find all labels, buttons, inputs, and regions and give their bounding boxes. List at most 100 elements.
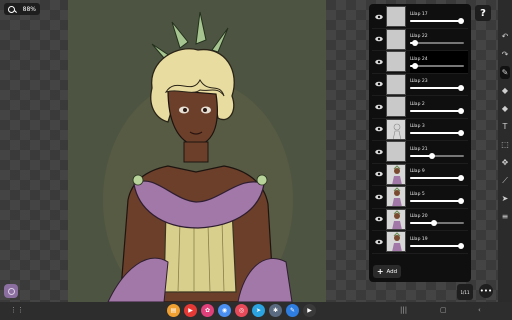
layer-thumbnail <box>386 141 406 163</box>
eye-icon[interactable] <box>372 104 386 110</box>
layer-thumbnail <box>386 163 406 185</box>
layer-row[interactable]: Шар 20 <box>372 208 468 231</box>
recent-apps-button[interactable]: ||| <box>400 306 407 314</box>
layer-thumbnail <box>386 51 406 73</box>
layer-opacity-slider[interactable] <box>410 17 465 24</box>
eye-icon[interactable] <box>372 59 386 65</box>
layer-name: Шар 23 <box>410 79 428 85</box>
app-dock: ▤ ▶ ✿ ◉ ◎ ➤ ✱ ✎ ▶ <box>167 304 316 317</box>
eye-icon[interactable] <box>372 36 386 42</box>
slider-knob[interactable] <box>412 40 419 47</box>
redo-icon[interactable]: ↷ <box>500 48 510 61</box>
layer-opacity-slider[interactable] <box>410 197 465 204</box>
slider-knob[interactable] <box>458 130 465 137</box>
slider-knob[interactable] <box>412 62 419 69</box>
layer-info: Шар 22 <box>410 29 468 51</box>
layer-thumbnail <box>386 186 406 208</box>
eye-icon[interactable] <box>372 14 386 20</box>
undo-icon[interactable]: ↶ <box>500 30 510 43</box>
youtube-app-icon[interactable]: ▶ <box>184 304 197 317</box>
eye-icon[interactable] <box>372 126 386 132</box>
selection-icon[interactable]: ⬚ <box>500 138 510 151</box>
samsung-notes-app-icon[interactable]: ✎ <box>286 304 299 317</box>
layer-thumbnail <box>386 73 406 95</box>
layer-info: Шар 3 <box>410 119 468 141</box>
layer-row[interactable]: Шар 9 <box>372 163 468 186</box>
layer-info: Шар 17 <box>410 6 468 28</box>
slider-knob[interactable] <box>458 175 465 182</box>
slider-knob[interactable] <box>458 197 465 204</box>
layer-thumbnail <box>386 208 406 230</box>
help-button[interactable]: ? <box>475 5 491 21</box>
layer-name: Шар 9 <box>410 169 425 175</box>
layers-list-icon[interactable]: ≡ <box>500 210 510 223</box>
slider-knob[interactable] <box>431 220 438 227</box>
apps-grid-icon[interactable]: ⋮⋮ <box>10 306 24 314</box>
back-button[interactable]: ‹ <box>478 306 481 314</box>
circle-icon <box>7 287 15 295</box>
layer-row[interactable]: Шар 5 <box>372 186 468 209</box>
layer-row[interactable]: Шар 23 <box>372 73 468 96</box>
layer-row[interactable]: Шар 24 <box>372 51 468 74</box>
layer-opacity-slider[interactable] <box>410 175 465 182</box>
fill-bucket-icon[interactable]: ◆ <box>500 102 510 115</box>
eye-icon[interactable] <box>372 216 386 222</box>
layers-panel: Шар 17 Шар 22 Шар 24 Шар 23 Шар 2 Шар 3 Шар 21… <box>369 4 471 282</box>
layer-info: Шар 20 <box>410 209 468 231</box>
artwork-illustration <box>103 11 293 302</box>
layer-row[interactable]: Шар 2 <box>372 96 468 119</box>
slider-knob[interactable] <box>428 152 435 159</box>
layer-opacity-slider[interactable] <box>410 107 465 114</box>
zoom-indicator[interactable]: 88% <box>4 3 40 15</box>
eyedropper-icon[interactable]: ⟋ <box>500 174 510 187</box>
chrome-app-icon[interactable]: ◉ <box>218 304 231 317</box>
layer-info: Шар 19 <box>410 231 468 253</box>
slider-fill <box>410 109 462 112</box>
layer-name: Шар 19 <box>410 236 428 242</box>
home-button[interactable]: ▢ <box>440 306 447 314</box>
eye-icon[interactable] <box>372 194 386 200</box>
layer-opacity-slider[interactable] <box>410 220 464 227</box>
text-icon[interactable]: T <box>500 120 510 133</box>
slider-knob[interactable] <box>458 85 465 92</box>
layer-opacity-slider[interactable] <box>410 152 464 159</box>
app-root: 88% ? ↶ ↷ ✎ ◆ ◆ T ⬚ ✥ ⟋ ➤ ≡ Шар 17 Шар 22 Шар 24 Шар … <box>0 0 512 320</box>
settings-app-icon[interactable]: ✱ <box>269 304 282 317</box>
layer-row[interactable]: Шар 19 <box>372 231 468 254</box>
layer-thumbnail <box>386 6 406 28</box>
layer-opacity-slider[interactable] <box>410 130 465 137</box>
assistive-touch-button[interactable] <box>4 284 18 298</box>
layer-row[interactable]: Шар 21 <box>372 141 468 164</box>
layer-opacity-slider[interactable] <box>410 62 464 69</box>
layer-row[interactable]: Шар 3 <box>372 118 468 141</box>
gallery-app-icon[interactable]: ✿ <box>201 304 214 317</box>
brush-icon[interactable]: ✎ <box>500 66 510 79</box>
eye-icon[interactable] <box>372 171 386 177</box>
slider-knob[interactable] <box>458 107 465 114</box>
play-store-app-icon[interactable]: ▶ <box>303 304 316 317</box>
files-app-icon[interactable]: ▤ <box>167 304 180 317</box>
layer-row[interactable]: Шар 17 <box>372 6 468 29</box>
layer-opacity-slider[interactable] <box>410 242 465 249</box>
slider-knob[interactable] <box>458 17 465 24</box>
eye-icon[interactable] <box>372 239 386 245</box>
slider-fill <box>410 199 462 202</box>
drawing-canvas[interactable] <box>68 0 326 302</box>
eye-icon[interactable] <box>372 81 386 87</box>
move-cursor-icon[interactable]: ➤ <box>500 192 510 205</box>
eraser-icon[interactable]: ◆ <box>500 84 510 97</box>
layer-row[interactable]: Шар 22 <box>372 28 468 51</box>
layer-opacity-slider[interactable] <box>410 40 464 47</box>
layer-info: Шар 2 <box>410 96 468 118</box>
layer-opacity-slider[interactable] <box>410 85 465 92</box>
eye-icon[interactable] <box>372 149 386 155</box>
layer-info: Шар 23 <box>410 74 468 96</box>
layer-name: Шар 5 <box>410 191 425 197</box>
telegram-app-icon[interactable]: ➤ <box>252 304 265 317</box>
transform-icon[interactable]: ✥ <box>500 156 510 169</box>
slider-knob[interactable] <box>458 242 465 249</box>
more-options-button[interactable]: ••• <box>479 284 493 298</box>
layer-stack-button[interactable]: 1/11 <box>457 284 473 300</box>
add-layer-button[interactable]: + Add <box>373 265 401 278</box>
screen-recorder-app-icon[interactable]: ◎ <box>235 304 248 317</box>
